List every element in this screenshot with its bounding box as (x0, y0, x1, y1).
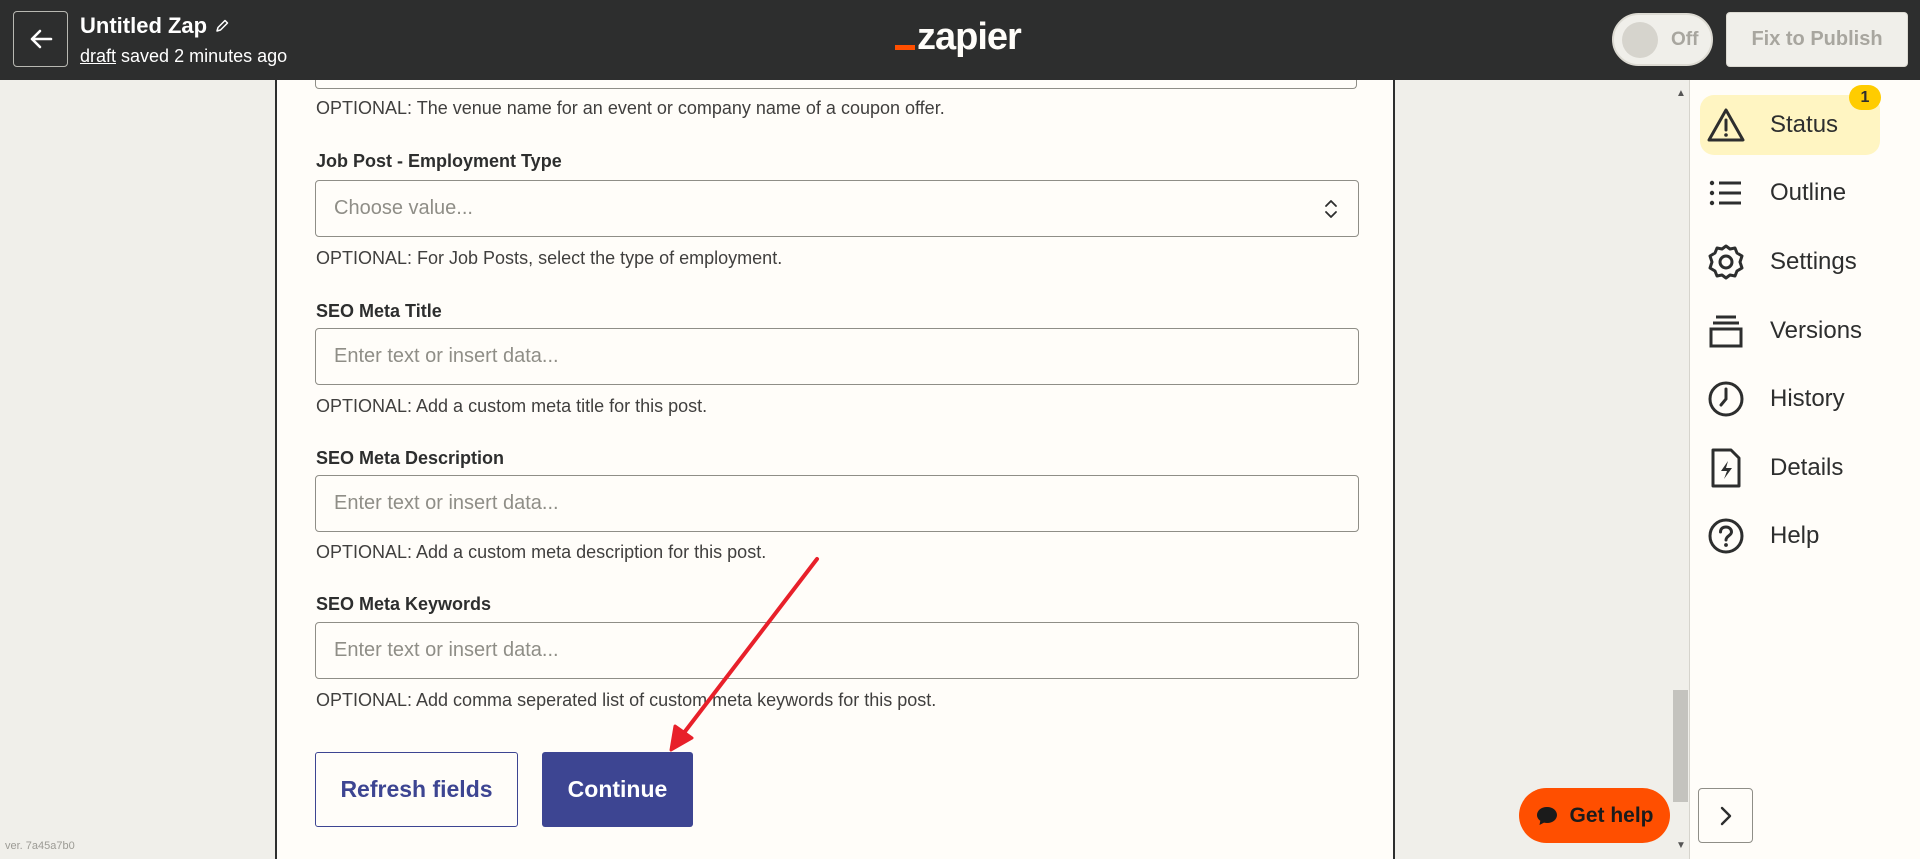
expand-sidebar-button[interactable] (1698, 788, 1753, 843)
action-setup-panel: OPTIONAL: The venue name for an event or… (275, 80, 1395, 859)
seo-meta-title-input[interactable]: Enter text or insert data... (315, 328, 1359, 385)
refresh-fields-button[interactable]: Refresh fields (315, 752, 518, 827)
seo-meta-title-placeholder: Enter text or insert data... (334, 345, 559, 367)
fix-to-publish-button[interactable]: Fix to Publish (1726, 12, 1908, 67)
right-sidebar: Status Outline Settings Versions History… (1689, 80, 1920, 859)
seo-meta-title-help: OPTIONAL: Add a custom meta title for th… (316, 396, 708, 416)
sidebar-label-versions: Versions (1770, 317, 1863, 344)
seo-meta-keywords-label: SEO Meta Keywords (316, 594, 492, 614)
sidebar-item-settings[interactable]: Settings (1700, 232, 1880, 292)
seo-meta-description-help: OPTIONAL: Add a custom meta description … (316, 542, 767, 562)
employment-type-placeholder: Choose value... (334, 197, 473, 219)
clock-icon (1702, 375, 1750, 423)
employment-type-help: OPTIONAL: For Job Posts, select the type… (316, 248, 783, 268)
layers-icon (1702, 307, 1750, 355)
employment-type-label: Job Post - Employment Type (316, 151, 562, 171)
logo-dash (895, 45, 915, 50)
continue-button[interactable]: Continue (542, 752, 693, 827)
scroll-down-arrow-icon[interactable]: ▼ (1676, 840, 1686, 851)
zap-title[interactable]: Untitled Zap (80, 13, 229, 39)
seo-meta-keywords-input[interactable]: Enter text or insert data... (315, 622, 1359, 679)
seo-meta-title-label: SEO Meta Title (316, 301, 442, 321)
zapier-logo: zapier (895, 16, 1022, 59)
list-icon (1702, 169, 1750, 217)
venue-name-input[interactable] (315, 80, 1357, 89)
scroll-up-arrow-icon[interactable]: ▲ (1676, 88, 1686, 99)
sidebar-item-versions[interactable]: Versions (1700, 301, 1880, 361)
get-help-button[interactable]: Get help (1519, 788, 1670, 843)
sidebar-item-outline[interactable]: Outline (1700, 163, 1880, 223)
sidebar-label-outline: Outline (1770, 179, 1847, 206)
sidebar-item-details[interactable]: Details (1700, 438, 1880, 498)
sidebar-item-help[interactable]: Help (1700, 506, 1880, 566)
toggle-knob (1622, 22, 1658, 58)
logo-text: zapier (917, 16, 1022, 58)
warning-icon (1702, 101, 1750, 149)
file-bolt-icon (1702, 444, 1750, 492)
pencil-icon[interactable] (215, 19, 229, 33)
toggle-label: Off (1671, 29, 1699, 50)
seo-meta-description-label: SEO Meta Description (316, 448, 505, 468)
sidebar-label-history: History (1770, 385, 1845, 412)
seo-meta-keywords-help: OPTIONAL: Add comma seperated list of cu… (316, 690, 937, 710)
seo-meta-keywords-placeholder: Enter text or insert data... (334, 639, 559, 661)
chat-bubble-icon (1537, 806, 1558, 825)
sidebar-label-status: Status (1770, 111, 1839, 138)
select-chevron-icon (1325, 200, 1337, 218)
scrollbar-thumb[interactable] (1673, 690, 1688, 802)
zap-on-off-toggle[interactable]: Off (1612, 13, 1713, 66)
back-button[interactable] (13, 11, 68, 67)
top-bar: Untitled Zap draft saved 2 minutes ago z… (0, 0, 1920, 80)
sidebar-item-history[interactable]: History (1700, 369, 1880, 429)
employment-type-select[interactable]: Choose value... (315, 180, 1359, 237)
status-badge: 1 (1849, 85, 1881, 110)
save-status: draft saved 2 minutes ago (80, 46, 287, 67)
venue-help-text: OPTIONAL: The venue name for an event or… (316, 98, 945, 118)
arrow-left-icon (30, 29, 52, 49)
chevron-right-icon (1720, 806, 1731, 825)
gear-icon (1702, 238, 1750, 286)
draft-link[interactable]: draft (80, 46, 116, 66)
seo-meta-description-input[interactable]: Enter text or insert data... (315, 475, 1359, 532)
sidebar-label-help: Help (1770, 522, 1820, 549)
zap-title-text: Untitled Zap (80, 13, 208, 38)
get-help-label: Get help (1569, 803, 1654, 827)
seo-meta-description-placeholder: Enter text or insert data... (334, 492, 559, 514)
question-icon (1702, 512, 1750, 560)
saved-text: saved 2 minutes ago (116, 46, 288, 66)
sidebar-label-settings: Settings (1770, 248, 1857, 275)
sidebar-label-details: Details (1770, 454, 1844, 481)
version-label: ver. 7a45a7b0 (5, 840, 75, 852)
